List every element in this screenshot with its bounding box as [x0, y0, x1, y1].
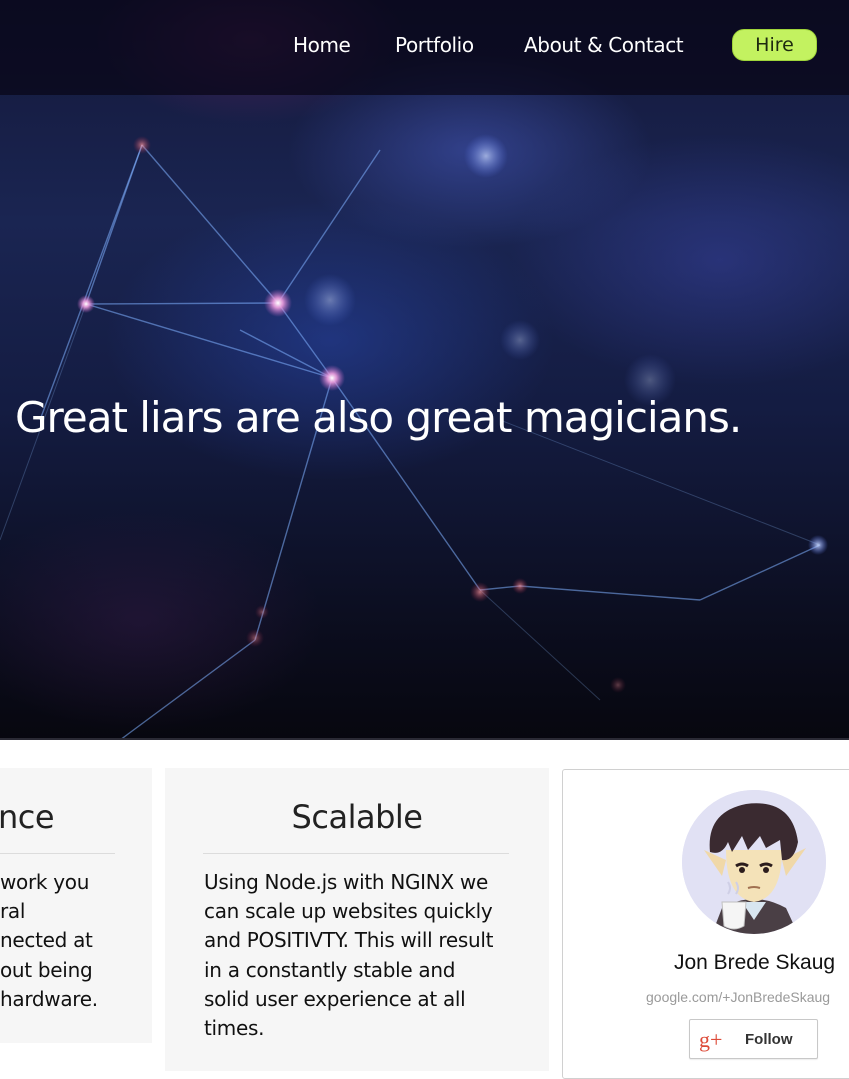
- avatar-illustration-icon: [682, 790, 826, 934]
- feature-card-line: and POSITIVTY. This will result: [204, 928, 494, 953]
- follow-button[interactable]: g+ Follow: [689, 1019, 818, 1059]
- hero-divider: [0, 738, 849, 740]
- nav-link-about-contact[interactable]: About & Contact: [524, 33, 684, 57]
- nav-link-portfolio[interactable]: Portfolio: [395, 33, 474, 57]
- feature-card-divider: [0, 853, 115, 854]
- profile-name[interactable]: Jon Brede Skaug: [563, 951, 849, 975]
- feature-card-line: times.: [204, 1016, 265, 1041]
- feature-card-line: Using Node.js with NGINX we: [204, 870, 488, 894]
- google-plus-glyph: g+: [699, 1027, 722, 1052]
- feature-card-title: nce: [0, 798, 55, 836]
- feature-card-line: hardware.: [0, 986, 98, 1011]
- profile-url[interactable]: google.com/+JonBredeSkaug: [646, 989, 830, 1005]
- top-navbar: Home Portfolio About & Contact Hire: [0, 0, 849, 95]
- google-plus-icon: g+: [698, 1026, 726, 1054]
- follow-button-label: Follow: [745, 1031, 793, 1048]
- feature-card-scalable: Scalable Using Node.js with NGINX we can…: [165, 768, 549, 1071]
- hire-button[interactable]: Hire: [732, 29, 817, 61]
- feature-card-text: work you ral nected at out being hardwar…: [0, 868, 152, 1014]
- hero-banner: Great liars are also great magicians.: [0, 0, 849, 740]
- feature-card-partial: nce work you ral nected at out being har…: [0, 768, 152, 1043]
- nav-link-home[interactable]: Home: [293, 33, 351, 57]
- feature-card-line: nected at: [0, 928, 93, 953]
- network-background-graphic: [0, 134, 828, 740]
- feature-card-title: Scalable: [291, 798, 423, 836]
- google-plus-badge: Jon Brede Skaug google.com/+JonBredeSkau…: [562, 769, 849, 1079]
- hero-tagline: Great liars are also great magicians.: [15, 393, 742, 442]
- feature-card-line: work you: [0, 870, 90, 894]
- feature-card-line: can scale up websites quickly: [204, 899, 493, 924]
- avatar[interactable]: [682, 790, 826, 934]
- feature-card-divider: [203, 853, 509, 854]
- google-plus-logo-text: g+: [699, 1027, 722, 1052]
- feature-card-line: ral: [0, 899, 26, 924]
- feature-card-line: in a constantly stable and: [204, 957, 456, 982]
- feature-card-line: out being: [0, 957, 93, 982]
- feature-card-text: Using Node.js with NGINX we can scale up…: [204, 868, 524, 1043]
- feature-card-line: solid user experience at all: [204, 986, 466, 1011]
